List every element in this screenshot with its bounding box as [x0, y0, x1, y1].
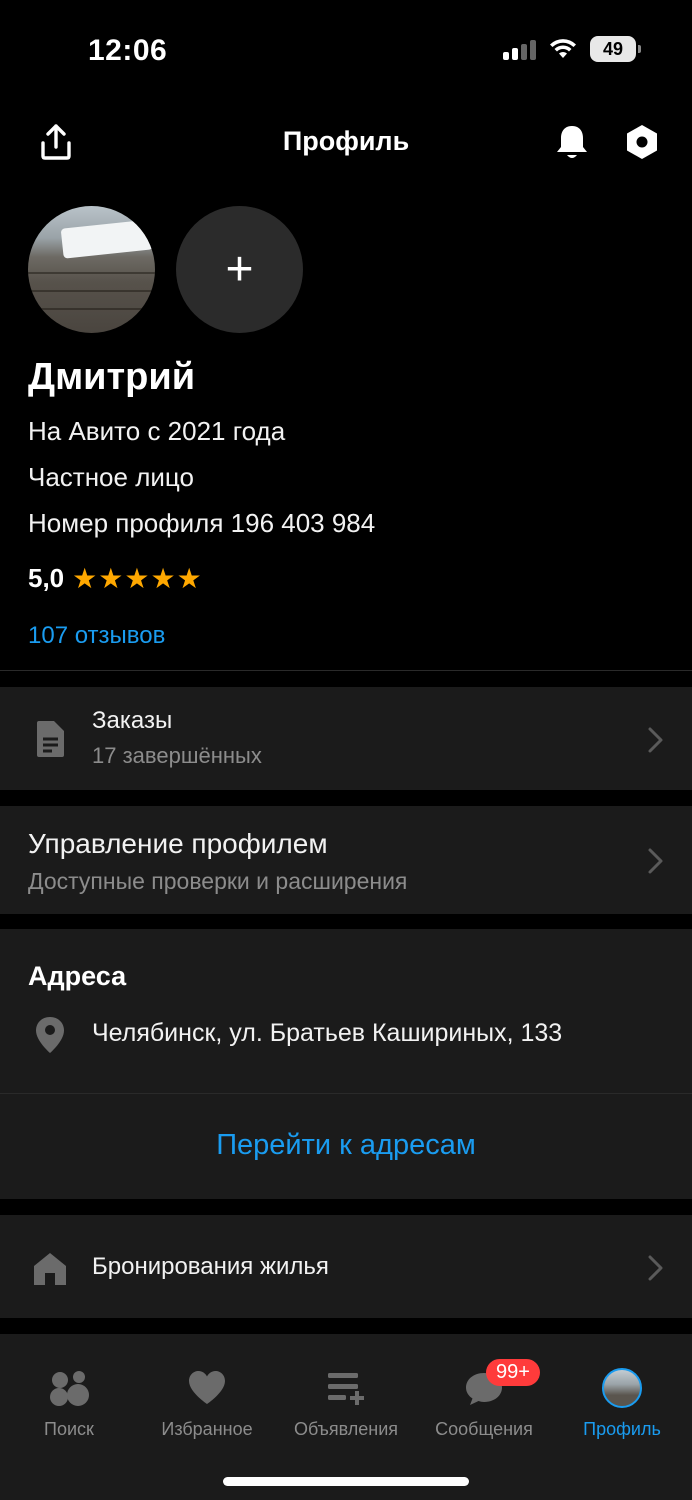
rating-value: 5,0	[28, 563, 65, 593]
chevron-right-icon	[648, 1255, 663, 1281]
wifi-icon	[550, 39, 576, 58]
battery-indicator: 49	[590, 36, 641, 62]
bell-icon[interactable]	[550, 120, 594, 164]
orders-row[interactable]: Заказы 17 завершённых	[0, 687, 692, 790]
location-pin-icon	[30, 1015, 70, 1055]
chat-icon: 99+	[424, 1359, 544, 1413]
go-to-addresses-link[interactable]: Перейти к адресам	[0, 1129, 692, 1162]
orders-title: Заказы	[92, 707, 173, 734]
tab-label: Избранное	[161, 1419, 253, 1439]
orders-subtitle: 17 завершённых	[92, 743, 262, 768]
tab-favorites[interactable]: Избранное	[147, 1363, 267, 1440]
avatar[interactable]	[28, 206, 155, 333]
tab-label: Объявления	[293, 1419, 399, 1439]
plus-icon: +	[225, 243, 254, 296]
account-type: Частное лицо	[28, 462, 194, 492]
tab-label: Сообщения	[435, 1419, 533, 1439]
star-icons: ★★★★★	[72, 563, 203, 594]
addresses-card: Адреса Челябинск, ул. Братьев Кашириных,…	[0, 929, 692, 1199]
search-dots-icon	[9, 1363, 129, 1413]
heart-icon	[147, 1363, 267, 1413]
home-icon	[30, 1249, 70, 1289]
booking-title: Бронирования жилья	[92, 1253, 329, 1280]
tab-messages[interactable]: 99+ Сообщения	[424, 1359, 544, 1440]
tab-profile[interactable]: Профиль	[562, 1363, 682, 1440]
profile-avatar-icon	[562, 1363, 682, 1413]
settings-icon[interactable]	[620, 120, 664, 164]
chevron-right-icon	[648, 727, 663, 753]
manage-profile-subtitle: Доступные проверки и расширения	[28, 868, 408, 894]
reviews-link[interactable]: 107 отзывов	[28, 622, 165, 650]
status-bar: 12:06 49	[0, 0, 692, 100]
addresses-title: Адреса	[28, 961, 127, 991]
manage-profile-title: Управление профилем	[28, 828, 328, 859]
tab-label: Профиль	[583, 1419, 661, 1439]
member-since: На Авито с 2021 года	[28, 416, 286, 446]
tab-search[interactable]: Поиск	[9, 1363, 129, 1440]
listings-icon	[286, 1363, 406, 1413]
document-icon	[30, 719, 70, 759]
booking-row[interactable]: Бронирования жилья	[0, 1215, 692, 1318]
tab-listings[interactable]: Объявления	[286, 1363, 406, 1440]
status-icons: 49	[503, 36, 641, 62]
next-card-edge	[0, 1334, 692, 1353]
status-time: 12:06	[88, 34, 168, 67]
address-text[interactable]: Челябинск, ул. Братьев Кашириных, 133	[92, 1019, 562, 1048]
header: Профиль	[0, 110, 692, 174]
divider	[0, 670, 692, 671]
profile-name: Дмитрий	[28, 356, 196, 398]
divider	[0, 1093, 692, 1094]
home-indicator[interactable]	[223, 1477, 469, 1486]
unread-badge: 99+	[486, 1359, 540, 1386]
cellular-signal-icon	[503, 38, 536, 60]
rating: 5,0 ★★★★★	[28, 562, 203, 595]
manage-profile-row[interactable]: Управление профилем Доступные проверки и…	[0, 806, 692, 914]
profile-number: Номер профиля 196 403 984	[28, 508, 376, 538]
add-photo-button[interactable]: +	[176, 206, 303, 333]
tab-label: Поиск	[44, 1419, 94, 1439]
chevron-right-icon	[648, 848, 663, 874]
